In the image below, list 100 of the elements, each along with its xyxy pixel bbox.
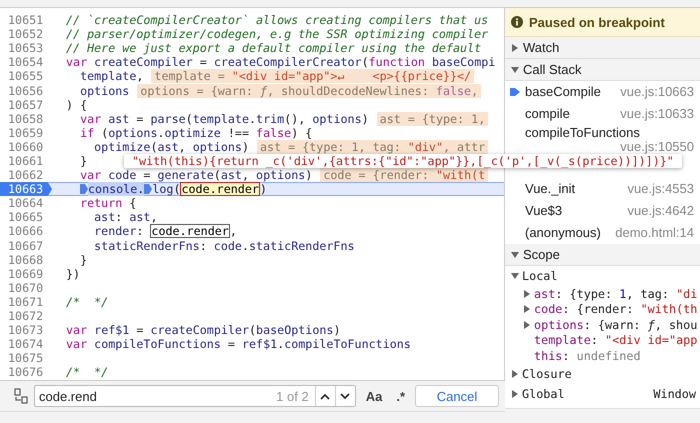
caret-right-icon[interactable]	[523, 290, 531, 298]
call-stack-frame[interactable]: (anonymous) demo.html:14	[505, 222, 700, 244]
inline-value-hint: template = "<div id="app">↵ <p>{{price}}</	[151, 69, 474, 84]
line-number[interactable]: 10674	[0, 337, 52, 352]
code-text: /* */	[66, 365, 108, 380]
line-number[interactable]: 10672	[0, 309, 52, 324]
code-text: console.	[88, 182, 144, 196]
line-number[interactable]: 10670	[0, 280, 52, 295]
call-stack-frame[interactable]: compile vue.js:10633	[505, 103, 700, 125]
line-number[interactable]: 10673	[0, 323, 52, 338]
code-text: )	[260, 182, 267, 196]
line-number[interactable]: 10664	[0, 196, 52, 210]
line-number[interactable]: 10663	[0, 182, 52, 196]
line-number[interactable]: 10657	[0, 98, 52, 112]
section-header[interactable]: Watch	[505, 37, 700, 59]
scope-variable: options: {warn: ƒ, shou	[534, 318, 698, 332]
section-title: Watch	[523, 40, 560, 55]
code-text: return {	[79, 196, 136, 210]
code-text: })	[66, 266, 80, 281]
code-text: staticRenderFns: code.staticRenderFns	[93, 238, 355, 253]
scope-group[interactable]: Closure	[505, 364, 700, 384]
function-name: Vue._init	[525, 182, 576, 196]
caret-down-icon[interactable]	[511, 272, 519, 280]
code-text: var ref$1 = createCompiler(baseOptions)	[66, 323, 340, 338]
line-number[interactable]: 10655	[0, 69, 52, 84]
line-number[interactable]: 10661	[0, 154, 52, 168]
function-name: (anonymous)	[525, 226, 601, 240]
function-name: Vue$3	[525, 204, 562, 218]
source-location[interactable]: vue.js:4553	[628, 182, 694, 196]
code-text: ) {	[66, 98, 88, 112]
inline-value-hint: ast = {type: 1, tag: "div", attr	[257, 140, 488, 154]
search-match: code.render	[150, 224, 230, 238]
section-header[interactable]: Scope	[505, 244, 700, 266]
section-header[interactable]: Call Stack	[505, 59, 700, 81]
line-number[interactable]: 10651	[0, 13, 52, 28]
line-number[interactable]: 10665	[0, 210, 52, 224]
line-number[interactable]: 10666	[0, 224, 52, 238]
caret-right-icon[interactable]	[511, 370, 519, 378]
code-text: // parser/optimizer/codegen, e.g the SSR optimizing compiler	[66, 27, 488, 42]
code-text: // Here we just export a default compiler using the default	[66, 41, 482, 56]
function-name: baseCompile	[525, 85, 601, 99]
source-location[interactable]: vue.js:10663	[620, 85, 694, 99]
value-tooltip: "with(this){return _c('div',{attrs:{"id":"app"}},[_c('p',[_v(_s(price))])])}"	[124, 154, 682, 168]
section-title: Call Stack	[523, 62, 582, 77]
section-title: Scope	[523, 247, 560, 262]
cancel-button[interactable]: Cancel	[415, 385, 499, 407]
code-text: ,	[230, 224, 237, 238]
inline-value-hint: options = {warn: ƒ, shouldDecodeNewlines: false,	[137, 84, 482, 98]
line-number[interactable]: 10667	[0, 238, 52, 253]
banner-text: Paused on breakpoint	[529, 14, 665, 30]
line-number[interactable]: 10653	[0, 41, 52, 56]
caret-right-icon[interactable]	[523, 320, 531, 329]
scope-group[interactable]: Local	[505, 266, 700, 286]
source-location[interactable]: vue.js:10550	[620, 140, 694, 154]
source-location[interactable]: vue.js:4642	[628, 204, 694, 218]
scope-variable: ast: {type: 1, tag: "di	[534, 286, 698, 301]
code-text: // `createCompilerCreator` allows creating compilers that us	[66, 13, 488, 28]
line-number[interactable]: 10676	[0, 365, 52, 380]
line-number[interactable]: 10658	[0, 112, 52, 126]
line-number[interactable]: 10656	[0, 84, 52, 98]
replace-icon[interactable]	[14, 388, 28, 404]
caret-down-icon[interactable]	[511, 66, 519, 74]
code-text: var compileToFunctions = ref$1.compileToFunctions	[66, 337, 411, 352]
line-number[interactable]: 10671	[0, 294, 52, 309]
code-text: var createCompiler = createCompilerCreator(function baseCompi	[66, 55, 496, 70]
code-text: }	[79, 252, 88, 267]
caret-down-icon[interactable]	[511, 250, 519, 258]
match-case-button[interactable]: Aa	[362, 388, 386, 404]
call-stack-frame[interactable]: Vue$3 vue.js:4642	[505, 200, 700, 222]
call-stack-frame[interactable]: compileToFunctions vue.js:10550	[505, 125, 700, 154]
line-number[interactable]: 10660	[0, 140, 52, 154]
code-text: template,	[79, 69, 144, 84]
code-text: var ast = parse(template.trim(), options)	[79, 112, 369, 126]
scope-group[interactable]: Global Window	[505, 384, 700, 404]
scope-name: Global	[522, 386, 566, 400]
source-location[interactable]: demo.html:14	[615, 226, 694, 240]
caret-right-icon[interactable]	[511, 390, 519, 398]
line-number[interactable]: 10654	[0, 55, 52, 70]
line-number[interactable]: 10659	[0, 126, 52, 140]
line-number[interactable]: 10668	[0, 252, 52, 267]
caret-right-icon[interactable]	[511, 44, 519, 52]
code-text: ast: ast,	[93, 210, 158, 224]
search-match: code.render	[180, 182, 260, 196]
code-text: /* */	[66, 294, 108, 309]
code-text: optimize(ast, options)	[93, 140, 250, 154]
caret-right-icon[interactable]	[523, 305, 531, 314]
regex-button[interactable]: .*	[392, 388, 409, 404]
scope-variable: template: "<div id="app	[534, 333, 698, 348]
line-number[interactable]: 10675	[0, 351, 52, 366]
scope-variable: this: undefined	[534, 348, 641, 363]
code-text: var code = generate(ast, options)	[79, 168, 312, 182]
line-number[interactable]: 10669	[0, 266, 52, 281]
function-name: compile	[525, 107, 570, 121]
call-stack-frame[interactable]: baseCompile vue.js:10663	[505, 81, 700, 103]
call-stack-frame[interactable]: Vue._init vue.js:4553	[505, 178, 700, 200]
line-number[interactable]: 10662	[0, 168, 52, 182]
line-number[interactable]: 10652	[0, 27, 52, 42]
scope-value: Window	[653, 386, 696, 400]
source-location[interactable]: vue.js:10633	[620, 107, 694, 121]
current-frame-arrow-icon	[510, 87, 520, 97]
